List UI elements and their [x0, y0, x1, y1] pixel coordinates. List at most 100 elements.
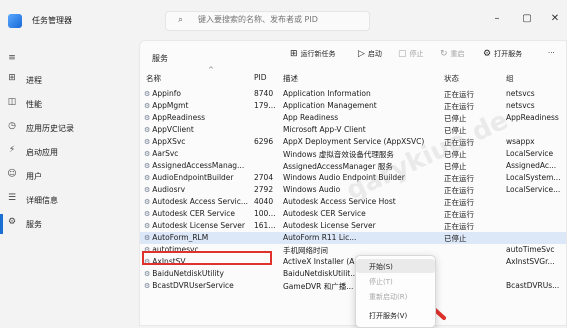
- table-row[interactable]: ⚙ AarSvc Windows 虚拟音效设备代理服务 已停止 LocalService: [140, 148, 566, 160]
- service-name-text: AutoForm_RLM: [152, 233, 209, 242]
- table-row[interactable]: ⚙ Appinfo 8740 Application Information 正在运行 n…: [140, 88, 566, 100]
- service-pid: 2792: [254, 185, 274, 194]
- service-name: ⚙ AarSvc: [144, 149, 252, 158]
- sidebar-item-details[interactable]: ☰ 详细信息: [0, 190, 138, 210]
- service-name-text: Autodesk Access Servic...: [152, 197, 249, 206]
- sidebar-item-startup[interactable]: ⚡ 启动应用: [0, 142, 138, 162]
- service-gear-icon: ⚙: [144, 270, 151, 278]
- annotation-highlight-box: [142, 251, 272, 265]
- table-row[interactable]: ⚙ AutoForm_RLM AutoForm R11 Lic... 已停止: [140, 232, 566, 244]
- service-gear-icon: ⚙: [144, 102, 151, 110]
- service-name-text: AppReadiness: [152, 113, 206, 122]
- context-menu-open-services[interactable]: 打开服务(V): [356, 308, 435, 322]
- table-row[interactable]: ⚙ AssignedAccessManag... AssignedAccessMan…: [140, 160, 566, 172]
- service-name: ⚙ Autodesk Access Servic...: [144, 197, 252, 206]
- service-gear-icon: ⚙: [144, 282, 151, 290]
- service-status: 正在运行: [444, 210, 474, 219]
- service-name-text: AppXSvc: [152, 137, 186, 146]
- service-group: AssignedAc...: [506, 161, 557, 170]
- context-menu: 开始(S) 停止(T) 重新启动(R) 打开服务(V): [355, 255, 436, 328]
- service-name: ⚙ Appinfo: [144, 89, 252, 98]
- service-pid: 161...: [254, 221, 276, 230]
- context-menu-start[interactable]: 开始(S): [356, 259, 435, 273]
- service-name: ⚙ Autodesk CER Service: [144, 209, 252, 218]
- service-name-text: Appinfo: [152, 89, 181, 98]
- service-gear-icon: ⚙: [144, 162, 151, 170]
- services-panel: 服务 ⊞ 运行新任务 ▷ 启动 ▢ 停止 ↻ 重启 ⚙ 打开服务 ··· ^ 名称 PID…: [139, 40, 567, 326]
- sidebar-item-label: 详细信息: [26, 196, 58, 205]
- service-name: ⚙ BaiduNetdiskUtility: [144, 269, 252, 278]
- service-gear-icon: ⚙: [144, 150, 151, 158]
- service-name-text: BcastDVRUserService: [152, 281, 234, 290]
- table-row[interactable]: ⚙ AppMgmt 179... Application Management 正在运行…: [140, 100, 566, 112]
- task-manager-icon: [8, 14, 22, 28]
- sidebar-item-label: 启动应用: [26, 148, 58, 157]
- service-status: 正在运行: [444, 198, 474, 207]
- service-name: ⚙ AutoForm_RLM: [144, 233, 252, 242]
- service-group: wsappx: [506, 137, 535, 146]
- play-icon: ▷: [358, 49, 365, 59]
- minimize-button[interactable]: –: [484, 10, 510, 28]
- service-name: ⚙ AssignedAccessManag...: [144, 161, 252, 170]
- column-header-name[interactable]: 名称: [146, 73, 161, 84]
- hamburger-menu-button[interactable]: ≡: [0, 50, 138, 70]
- service-name-text: AppVClient: [152, 125, 194, 134]
- sidebar-item-label: 性能: [26, 100, 42, 109]
- app-title: 任务管理器: [32, 16, 72, 25]
- service-status: 正在运行: [444, 102, 474, 111]
- table-row[interactable]: ⚙ AppXSvc 6296 AppX Deployment Service (App…: [140, 136, 566, 148]
- close-button[interactable]: ✕: [542, 10, 567, 28]
- sidebar-item-processes[interactable]: ⊞ 进程: [0, 70, 138, 90]
- column-header-pid[interactable]: PID: [254, 73, 267, 82]
- details-icon: ☰: [7, 193, 17, 203]
- service-group: LocalService...: [506, 185, 561, 194]
- sidebar-item-performance[interactable]: ◫ 性能: [0, 94, 138, 114]
- search-box[interactable]: ⌕: [165, 11, 370, 31]
- search-icon: ⌕: [178, 15, 184, 25]
- column-header-status[interactable]: 状态: [444, 73, 459, 84]
- processes-icon: ⊞: [8, 73, 16, 83]
- restart-button[interactable]: ↻ 重启: [440, 49, 465, 67]
- open-services-button[interactable]: ⚙ 打开服务: [483, 49, 522, 67]
- sidebar-item-services[interactable]: ⚙ 服务: [0, 214, 138, 234]
- table-row[interactable]: ⚙ BaiduNetdiskUtility BaiduNetdiskUtilit..…: [140, 268, 566, 280]
- service-name: ⚙ Audiosrv: [144, 185, 252, 194]
- start-button[interactable]: ▷ 启动: [358, 49, 382, 67]
- service-gear-icon: ⚙: [144, 222, 151, 230]
- service-group: netsvcs: [506, 89, 535, 98]
- table-row[interactable]: ⚙ BcastDVRUserService GameDVR 和广播... BcastD…: [140, 280, 566, 292]
- more-options-button[interactable]: ···: [548, 49, 555, 67]
- table-row[interactable]: ⚙ Autodesk License Server 161... Autodesk L…: [140, 220, 566, 232]
- service-group: BcastDVRUs...: [506, 281, 560, 290]
- service-pid: 179...: [254, 101, 276, 110]
- sidebar-item-label: 用户: [26, 172, 42, 181]
- service-name-text: BaiduNetdiskUtility: [152, 269, 224, 278]
- service-status: 正在运行: [444, 174, 474, 183]
- service-name: ⚙ AppReadiness: [144, 113, 252, 122]
- table-row[interactable]: ⚙ Autodesk CER Service 100... Autodesk CER …: [140, 208, 566, 220]
- service-name: ⚙ AppMgmt: [144, 101, 252, 110]
- stop-button[interactable]: ▢ 停止: [398, 49, 424, 67]
- sidebar-item-app-history[interactable]: ◷ 应用历史记录: [0, 118, 138, 138]
- service-pid: 4040: [254, 197, 274, 206]
- service-status: 正在运行: [444, 222, 474, 231]
- maximize-button[interactable]: ▢: [514, 10, 540, 28]
- history-icon: ◷: [8, 121, 16, 131]
- sidebar-item-label: 服务: [26, 220, 42, 229]
- search-input[interactable]: [198, 15, 363, 24]
- service-name-text: AppMgmt: [152, 101, 189, 110]
- service-pid: 2704: [254, 173, 274, 182]
- service-description: App Readiness: [283, 113, 339, 122]
- sidebar-item-users[interactable]: ☺ 用户: [0, 166, 138, 186]
- run-new-task-button[interactable]: ⊞ 运行新任务: [290, 49, 336, 67]
- context-menu-stop[interactable]: 停止(T): [356, 274, 435, 288]
- services-icon: ⚙: [7, 217, 17, 227]
- column-header-group[interactable]: 组: [506, 73, 514, 84]
- context-menu-restart[interactable]: 重新启动(R): [356, 289, 435, 303]
- sidebar: ≡ ⊞ 进程 ◫ 性能 ◷ 应用历史记录 ⚡ 启动应用 ☺ 用户 ☰ 详细信息 …: [0, 40, 138, 326]
- column-header-description[interactable]: 描述: [283, 73, 298, 84]
- performance-icon: ◫: [7, 97, 17, 107]
- service-status: 正在运行: [444, 186, 474, 195]
- service-pid: 6296: [254, 137, 274, 146]
- service-name: ⚙ BcastDVRUserService: [144, 281, 252, 290]
